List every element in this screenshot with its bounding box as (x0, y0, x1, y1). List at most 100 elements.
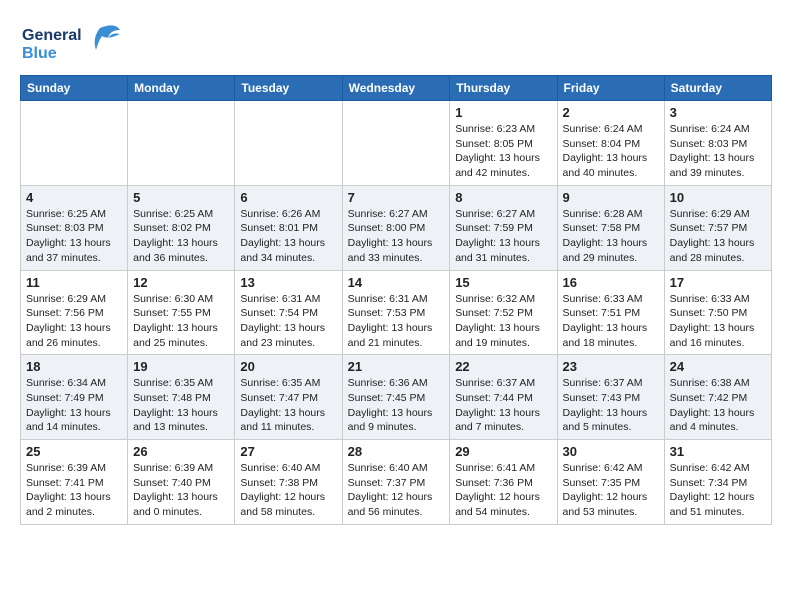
calendar-day-cell (342, 101, 450, 186)
day-info: Sunrise: 6:29 AMSunset: 7:56 PMDaylight:… (26, 292, 122, 351)
calendar-day-cell: 10 Sunrise: 6:29 AMSunset: 7:57 PMDayligh… (664, 185, 771, 270)
calendar-day-cell (128, 101, 235, 186)
day-number: 4 (26, 190, 122, 205)
day-number: 7 (348, 190, 445, 205)
calendar-day-cell: 13 Sunrise: 6:31 AMSunset: 7:54 PMDayligh… (235, 270, 342, 355)
calendar-day-cell: 9 Sunrise: 6:28 AMSunset: 7:58 PMDaylight… (557, 185, 664, 270)
day-info: Sunrise: 6:26 AMSunset: 8:01 PMDaylight:… (240, 207, 336, 266)
calendar-day-cell: 19 Sunrise: 6:35 AMSunset: 7:48 PMDayligh… (128, 355, 235, 440)
calendar-day-cell (21, 101, 128, 186)
day-number: 24 (670, 359, 766, 374)
calendar-day-cell: 23 Sunrise: 6:37 AMSunset: 7:43 PMDayligh… (557, 355, 664, 440)
calendar-day-cell: 1 Sunrise: 6:23 AMSunset: 8:05 PMDaylight… (450, 101, 557, 186)
calendar-day-cell: 17 Sunrise: 6:33 AMSunset: 7:50 PMDayligh… (664, 270, 771, 355)
day-number: 12 (133, 275, 229, 290)
day-number: 31 (670, 444, 766, 459)
day-info: Sunrise: 6:40 AMSunset: 7:38 PMDaylight:… (240, 461, 336, 520)
column-header-saturday: Saturday (664, 76, 771, 101)
day-number: 11 (26, 275, 122, 290)
calendar-day-cell: 21Sunrise: 6:36 AMSunset: 7:45 PMDayligh… (342, 355, 450, 440)
day-info: Sunrise: 6:28 AMSunset: 7:58 PMDaylight:… (563, 207, 659, 266)
calendar-week-row: 11 Sunrise: 6:29 AMSunset: 7:56 PMDayligh… (21, 270, 772, 355)
day-number: 8 (455, 190, 551, 205)
calendar-day-cell: 31 Sunrise: 6:42 AMSunset: 7:34 PMDayligh… (664, 440, 771, 525)
day-info: Sunrise: 6:42 AMSunset: 7:34 PMDaylight:… (670, 461, 766, 520)
calendar-table: SundayMondayTuesdayWednesdayThursdayFrid… (20, 75, 772, 525)
day-number: 19 (133, 359, 229, 374)
column-header-wednesday: Wednesday (342, 76, 450, 101)
day-number: 5 (133, 190, 229, 205)
day-number: 6 (240, 190, 336, 205)
day-info: Sunrise: 6:40 AMSunset: 7:37 PMDaylight:… (348, 461, 445, 520)
calendar-day-cell: 15Sunrise: 6:32 AMSunset: 7:52 PMDayligh… (450, 270, 557, 355)
calendar-day-cell: 16 Sunrise: 6:33 AMSunset: 7:51 PMDayligh… (557, 270, 664, 355)
day-info: Sunrise: 6:35 AMSunset: 7:48 PMDaylight:… (133, 376, 229, 435)
day-info: Sunrise: 6:25 AMSunset: 8:03 PMDaylight:… (26, 207, 122, 266)
day-info: Sunrise: 6:42 AMSunset: 7:35 PMDaylight:… (563, 461, 659, 520)
column-header-thursday: Thursday (450, 76, 557, 101)
column-header-monday: Monday (128, 76, 235, 101)
day-info: Sunrise: 6:31 AMSunset: 7:54 PMDaylight:… (240, 292, 336, 351)
calendar-header-row: SundayMondayTuesdayWednesdayThursdayFrid… (21, 76, 772, 101)
day-number: 18 (26, 359, 122, 374)
calendar-day-cell: 2Sunrise: 6:24 AMSunset: 8:04 PMDaylight… (557, 101, 664, 186)
day-info: Sunrise: 6:24 AMSunset: 8:03 PMDaylight:… (670, 122, 766, 181)
day-number: 25 (26, 444, 122, 459)
day-info: Sunrise: 6:35 AMSunset: 7:47 PMDaylight:… (240, 376, 336, 435)
day-info: Sunrise: 6:33 AMSunset: 7:50 PMDaylight:… (670, 292, 766, 351)
day-number: 16 (563, 275, 659, 290)
day-number: 14 (348, 275, 445, 290)
svg-text:Blue: Blue (22, 45, 57, 62)
day-number: 15 (455, 275, 551, 290)
day-number: 26 (133, 444, 229, 459)
calendar-day-cell: 24 Sunrise: 6:38 AMSunset: 7:42 PMDayligh… (664, 355, 771, 440)
day-info: Sunrise: 6:23 AMSunset: 8:05 PMDaylight:… (455, 122, 551, 181)
column-header-tuesday: Tuesday (235, 76, 342, 101)
column-header-friday: Friday (557, 76, 664, 101)
calendar-day-cell: 5 Sunrise: 6:25 AMSunset: 8:02 PMDaylight… (128, 185, 235, 270)
day-info: Sunrise: 6:37 AMSunset: 7:43 PMDaylight:… (563, 376, 659, 435)
calendar-day-cell: 20 Sunrise: 6:35 AMSunset: 7:47 PMDayligh… (235, 355, 342, 440)
day-number: 27 (240, 444, 336, 459)
calendar-day-cell: 22Sunrise: 6:37 AMSunset: 7:44 PMDayligh… (450, 355, 557, 440)
day-info: Sunrise: 6:29 AMSunset: 7:57 PMDaylight:… (670, 207, 766, 266)
calendar-day-cell: 27 Sunrise: 6:40 AMSunset: 7:38 PMDayligh… (235, 440, 342, 525)
day-info: Sunrise: 6:33 AMSunset: 7:51 PMDaylight:… (563, 292, 659, 351)
calendar-day-cell: 4 Sunrise: 6:25 AMSunset: 8:03 PMDaylight… (21, 185, 128, 270)
day-number: 13 (240, 275, 336, 290)
day-number: 1 (455, 105, 551, 120)
day-number: 28 (348, 444, 445, 459)
calendar-day-cell: 3 Sunrise: 6:24 AMSunset: 8:03 PMDaylight… (664, 101, 771, 186)
calendar-day-cell (235, 101, 342, 186)
day-info: Sunrise: 6:27 AMSunset: 7:59 PMDaylight:… (455, 207, 551, 266)
calendar-day-cell: 25 Sunrise: 6:39 AMSunset: 7:41 PMDayligh… (21, 440, 128, 525)
calendar-day-cell: 11 Sunrise: 6:29 AMSunset: 7:56 PMDayligh… (21, 270, 128, 355)
day-info: Sunrise: 6:37 AMSunset: 7:44 PMDaylight:… (455, 376, 551, 435)
day-info: Sunrise: 6:39 AMSunset: 7:41 PMDaylight:… (26, 461, 122, 520)
day-number: 29 (455, 444, 551, 459)
day-number: 20 (240, 359, 336, 374)
logo-svg: General Blue (20, 20, 130, 65)
day-number: 17 (670, 275, 766, 290)
day-number: 23 (563, 359, 659, 374)
column-header-sunday: Sunday (21, 76, 128, 101)
calendar-day-cell: 28 Sunrise: 6:40 AMSunset: 7:37 PMDayligh… (342, 440, 450, 525)
logo: General Blue (20, 20, 130, 65)
calendar-week-row: 4 Sunrise: 6:25 AMSunset: 8:03 PMDaylight… (21, 185, 772, 270)
calendar-day-cell: 18 Sunrise: 6:34 AMSunset: 7:49 PMDayligh… (21, 355, 128, 440)
day-number: 10 (670, 190, 766, 205)
day-info: Sunrise: 6:30 AMSunset: 7:55 PMDaylight:… (133, 292, 229, 351)
day-number: 2 (563, 105, 659, 120)
day-number: 3 (670, 105, 766, 120)
day-number: 9 (563, 190, 659, 205)
day-info: Sunrise: 6:34 AMSunset: 7:49 PMDaylight:… (26, 376, 122, 435)
day-info: Sunrise: 6:31 AMSunset: 7:53 PMDaylight:… (348, 292, 445, 351)
page-header: General Blue (20, 20, 772, 65)
calendar-day-cell: 12 Sunrise: 6:30 AMSunset: 7:55 PMDayligh… (128, 270, 235, 355)
calendar-week-row: 1 Sunrise: 6:23 AMSunset: 8:05 PMDaylight… (21, 101, 772, 186)
day-info: Sunrise: 6:25 AMSunset: 8:02 PMDaylight:… (133, 207, 229, 266)
svg-text:General: General (22, 27, 82, 44)
calendar-day-cell: 14 Sunrise: 6:31 AMSunset: 7:53 PMDayligh… (342, 270, 450, 355)
day-info: Sunrise: 6:38 AMSunset: 7:42 PMDaylight:… (670, 376, 766, 435)
calendar-day-cell: 30Sunrise: 6:42 AMSunset: 7:35 PMDayligh… (557, 440, 664, 525)
